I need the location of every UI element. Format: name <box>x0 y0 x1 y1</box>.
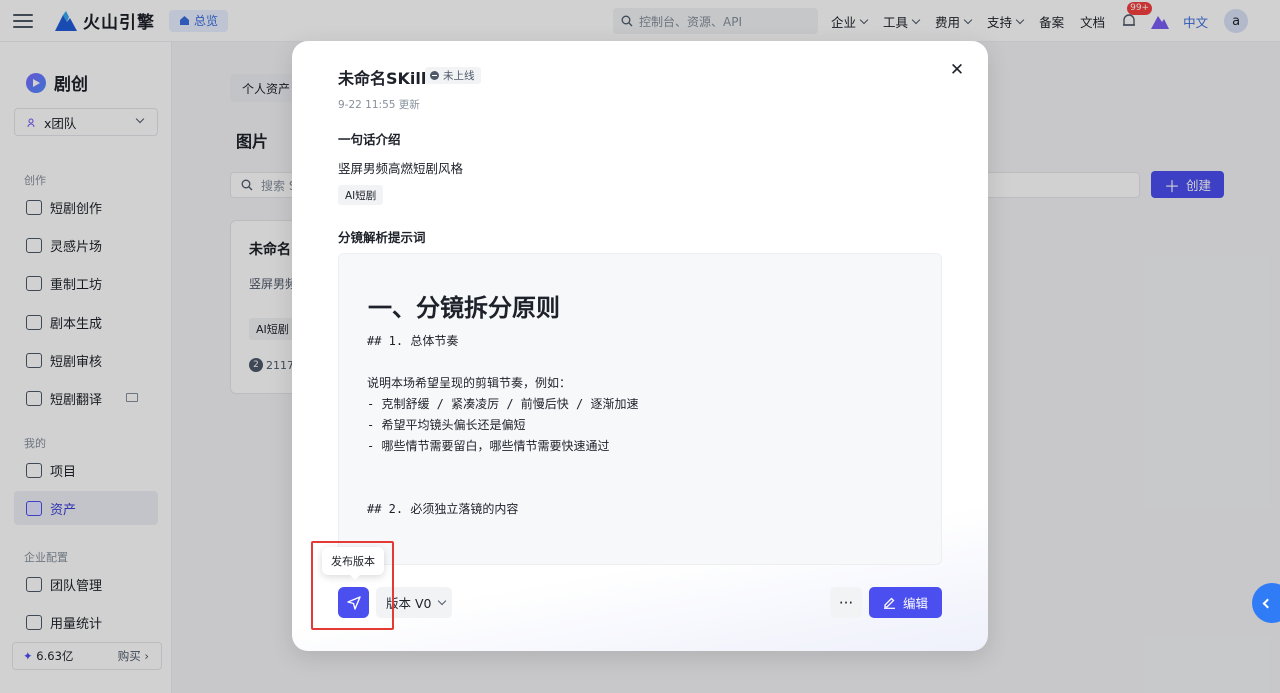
intro-text: 竖屏男频高燃短剧风格 <box>338 161 464 176</box>
modal-title: 未命名SKill <box>338 69 427 88</box>
status-text: 未上线 <box>443 70 475 82</box>
prompt-paragraph: 说明本场希望呈现的剪辑节奏，例如： <box>367 376 572 390</box>
prompt-label: 分镜解析提示词 <box>338 230 426 245</box>
minus-circle-icon <box>430 71 439 80</box>
highlight-annotation-box <box>311 541 394 630</box>
prompt-heading: 一、分镜拆分原则 <box>368 294 560 322</box>
close-icon[interactable]: ✕ <box>948 60 966 80</box>
chevron-down-icon <box>438 596 447 606</box>
updated-time: 9-22 11:55 更新 <box>338 99 420 111</box>
edit-label: 编辑 <box>902 596 928 611</box>
prompt-bullet: - 克制舒缓 / 紧凑凌厉 / 前慢后快 / 逐渐加速 <box>367 397 639 411</box>
more-options-button[interactable]: ··· <box>830 587 862 618</box>
edit-button[interactable]: 编辑 <box>869 587 942 618</box>
prompt-bullet: - 哪些情节需要留白，哪些情节需要快速通过 <box>367 439 610 453</box>
prompt-subheading: ## 2. 必须独立落镜的内容 <box>367 502 519 516</box>
pencil-icon <box>883 597 895 609</box>
status-badge: 未上线 <box>425 67 481 84</box>
prompt-subheading: ## 1. 总体节奏 <box>367 334 459 348</box>
prompt-content: 一、分镜拆分原则 ## 1. 总体节奏 说明本场希望呈现的剪辑节奏，例如： - … <box>338 253 942 565</box>
chevron-left-icon <box>1262 598 1273 608</box>
intro-tag: AI短剧 <box>338 185 384 205</box>
prompt-bullet: - 希望平均镜头偏长还是偏短 <box>367 418 526 432</box>
intro-label: 一句话介绍 <box>338 132 401 147</box>
skill-detail-modal: 未命名SKill 未上线 9-22 11:55 更新 ✕ 一句话介绍 竖屏男频高… <box>292 41 988 651</box>
